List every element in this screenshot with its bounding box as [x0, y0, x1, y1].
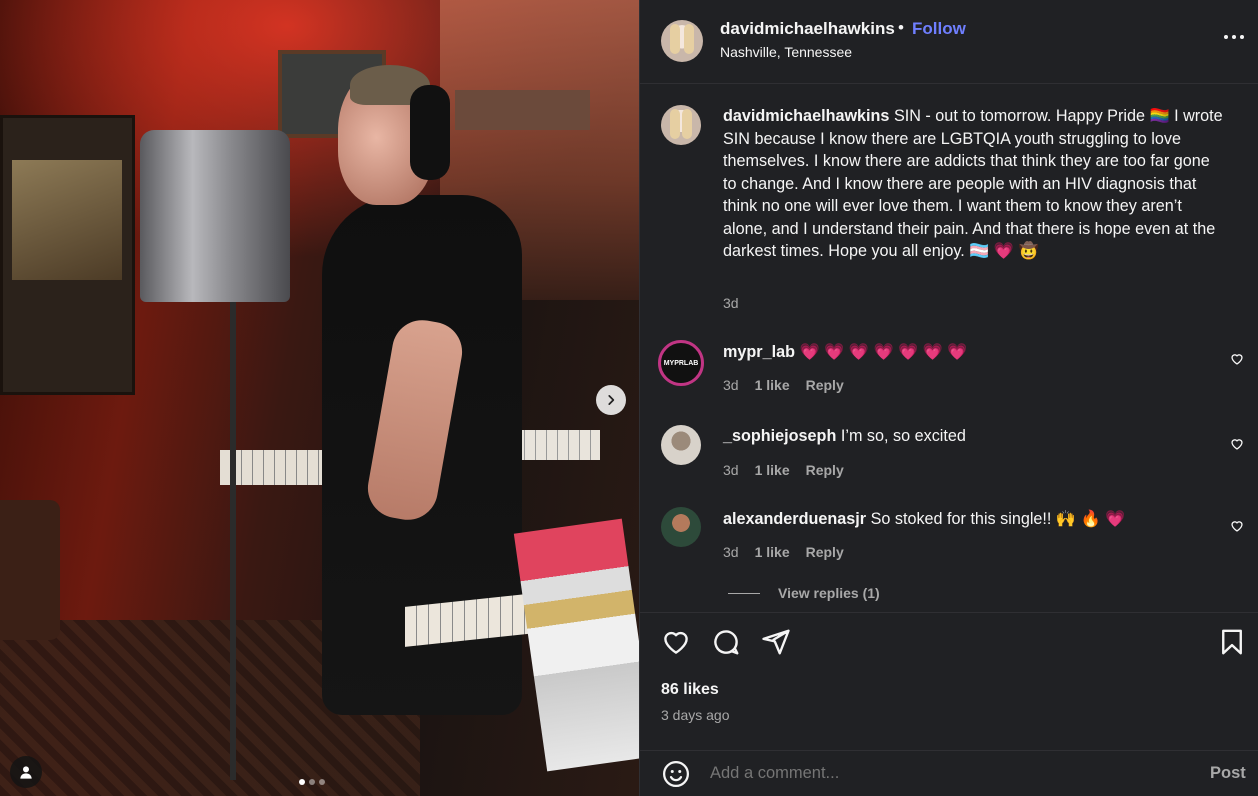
- follow-button[interactable]: Follow: [912, 19, 966, 39]
- more-icon: [1224, 35, 1228, 39]
- carousel-indicator: [299, 779, 325, 785]
- media-drum: [0, 500, 60, 640]
- comment-meta: 3d 1 like Reply: [723, 462, 844, 478]
- next-slide-button[interactable]: [596, 385, 626, 415]
- comment-likes[interactable]: 1 like: [755, 377, 790, 393]
- bookmark-icon[interactable]: [1217, 627, 1247, 657]
- carousel-dot: [309, 779, 315, 785]
- comment-time[interactable]: 3d: [723, 377, 739, 393]
- avatar[interactable]: [661, 105, 701, 145]
- post-location[interactable]: Nashville, Tennessee: [720, 44, 852, 60]
- carousel-dot: [299, 779, 305, 785]
- instagram-post-modal: davidmichaelhawkins • Follow Nashville, …: [0, 0, 1258, 796]
- media-headphones: [410, 85, 450, 180]
- comment-username[interactable]: alexanderduenasjr: [723, 510, 866, 528]
- more-options-button[interactable]: [1220, 31, 1248, 43]
- caption-time[interactable]: 3d: [723, 295, 739, 311]
- comment-text: mypr_lab 💗 💗 💗 💗 💗 💗 💗: [723, 342, 968, 362]
- comment-text: alexanderduenasjr So stoked for this sin…: [723, 509, 1125, 529]
- author-username[interactable]: davidmichaelhawkins: [720, 19, 895, 39]
- post-button[interactable]: Post: [1210, 764, 1246, 783]
- comment-icon[interactable]: [711, 627, 741, 657]
- avatar[interactable]: [661, 425, 701, 465]
- comment-body: I’m so, so excited: [840, 427, 966, 445]
- caption-text: SIN - out to tomorrow. Happy Pride 🏳️‍🌈 …: [723, 107, 1223, 260]
- caption-username[interactable]: davidmichaelhawkins: [723, 107, 889, 125]
- comment-time[interactable]: 3d: [723, 544, 739, 560]
- view-replies-button[interactable]: View replies (1): [728, 585, 880, 601]
- post-date[interactable]: 3 days ago: [661, 707, 730, 723]
- add-comment-bar: Post: [640, 750, 1258, 796]
- reply-button[interactable]: Reply: [806, 544, 844, 560]
- carousel-dot: [319, 779, 325, 785]
- comment-meta: 3d 1 like Reply: [723, 544, 844, 560]
- avatar[interactable]: [661, 507, 701, 547]
- post-caption: davidmichaelhawkins SIN - out to tomorro…: [723, 105, 1223, 263]
- post-actions: 86 likes 3 days ago: [640, 612, 1258, 756]
- like-comment-icon[interactable]: [1230, 352, 1244, 366]
- likes-count[interactable]: 86 likes: [661, 681, 719, 699]
- avatar[interactable]: MYPRLAB: [658, 340, 704, 386]
- divider: [728, 592, 760, 594]
- emoji-icon[interactable]: [661, 759, 691, 789]
- chevron-right-icon: [608, 395, 615, 405]
- share-icon[interactable]: [761, 627, 791, 657]
- media-mic-stand: [230, 300, 236, 780]
- comment-username[interactable]: mypr_lab: [723, 343, 795, 361]
- avatar-logo-text: MYPRLAB: [663, 359, 699, 367]
- user-tag-icon: [20, 766, 32, 779]
- media-mic-screen: [140, 130, 290, 302]
- media-piano: [455, 90, 590, 130]
- like-comment-icon[interactable]: [1230, 519, 1244, 533]
- separator-dot: •: [898, 18, 904, 37]
- comment-input[interactable]: [710, 764, 1160, 783]
- reply-button[interactable]: Reply: [806, 462, 844, 478]
- media-shelf-art: [12, 160, 122, 280]
- post-media[interactable]: [0, 0, 639, 796]
- tagged-users-button[interactable]: [10, 756, 42, 788]
- comment-text: _sophiejoseph I’m so, so excited: [723, 427, 966, 446]
- comment-likes[interactable]: 1 like: [755, 544, 790, 560]
- heart-icon[interactable]: [661, 627, 691, 657]
- comment-username[interactable]: _sophiejoseph: [723, 427, 836, 445]
- media-books: [513, 518, 639, 772]
- comment-body: So stoked for this single!! 🙌 🔥 💗: [870, 510, 1126, 528]
- comment-body: 💗 💗 💗 💗 💗 💗 💗: [799, 343, 968, 361]
- comment-time[interactable]: 3d: [723, 462, 739, 478]
- comment-likes[interactable]: 1 like: [755, 462, 790, 478]
- like-comment-icon[interactable]: [1230, 437, 1244, 451]
- comment-meta: 3d 1 like Reply: [723, 377, 844, 393]
- post-side-panel: davidmichaelhawkins • Follow Nashville, …: [639, 0, 1258, 796]
- view-replies-label: View replies (1): [778, 585, 880, 601]
- post-header: davidmichaelhawkins • Follow Nashville, …: [640, 0, 1258, 84]
- reply-button[interactable]: Reply: [806, 377, 844, 393]
- avatar[interactable]: [661, 20, 703, 62]
